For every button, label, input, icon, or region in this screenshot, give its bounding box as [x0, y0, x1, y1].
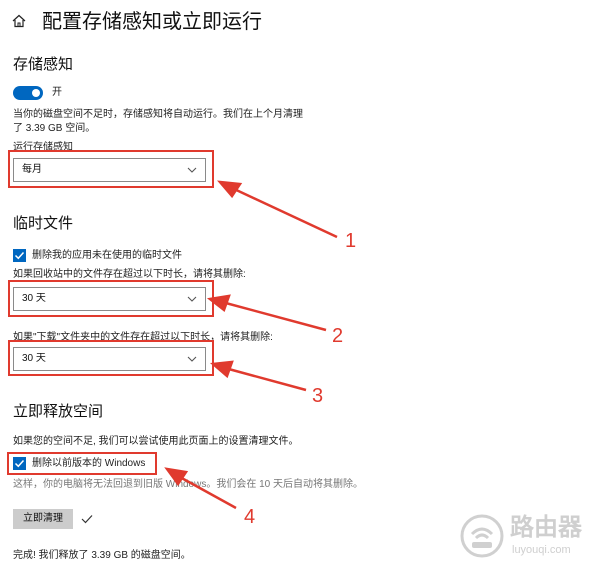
- annotation-arrows: [164, 180, 338, 510]
- arrow-1-head: [217, 180, 243, 199]
- arrow-4-head: [164, 467, 189, 487]
- arrow-4-line: [177, 474, 237, 510]
- arrow-2-line: [221, 300, 327, 332]
- annotation-number-3: 3: [312, 385, 324, 407]
- arrow-1-line: [231, 186, 338, 239]
- arrow-3-head: [209, 360, 234, 379]
- annotation-number-4: 4: [244, 506, 256, 528]
- router-logo-icon: [460, 514, 504, 558]
- arrow-3-line: [224, 366, 307, 392]
- settings-page: 配置存储感知或立即运行 存储感知 开 当你的磁盘空间不足时，存储感知将自动运行。…: [0, 0, 600, 578]
- arrow-2-head: [206, 294, 231, 313]
- annotation-number-2: 2: [332, 325, 344, 347]
- annotation-number-1: 1: [345, 230, 357, 252]
- watermark-url: luyouqi.com: [512, 544, 571, 556]
- watermark-title: 路由器: [510, 514, 582, 541]
